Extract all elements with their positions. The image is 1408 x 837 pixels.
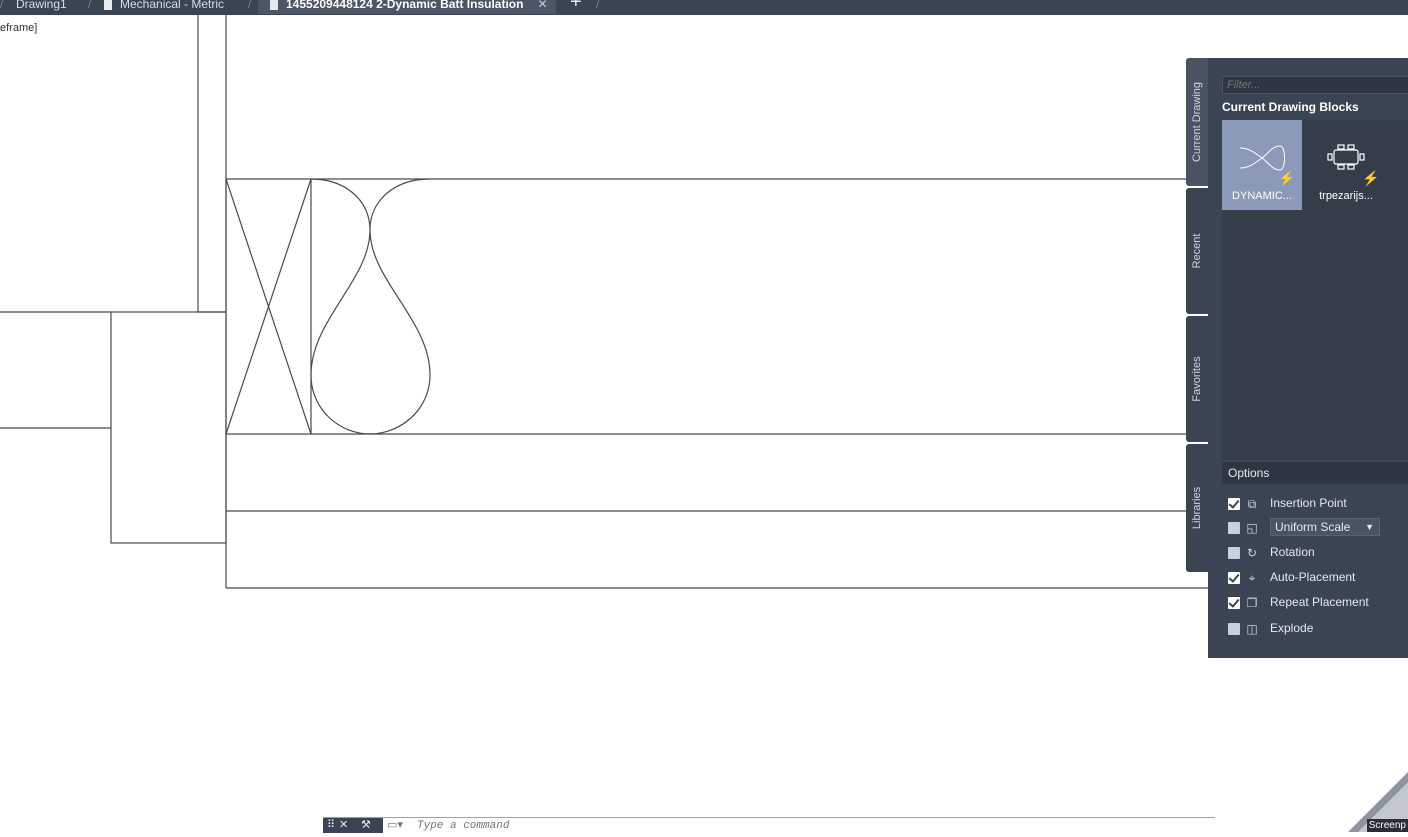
palette-side-tabs: Current Drawing Recent Favorites Librari… bbox=[1186, 58, 1208, 572]
rotation-checkbox[interactable] bbox=[1228, 547, 1240, 559]
option-label: Rotation bbox=[1270, 545, 1315, 559]
option-auto-placement[interactable]: ⌖ Auto-Placement bbox=[1228, 568, 1408, 588]
close-icon[interactable]: ✕ bbox=[537, 0, 547, 11]
document-tab-bar: / Drawing1 / Mechanical - Metric / 14552… bbox=[0, 0, 1408, 15]
option-label: Repeat Placement bbox=[1270, 595, 1369, 609]
option-repeat-placement[interactable]: ❐ Repeat Placement bbox=[1228, 593, 1408, 613]
grip-handle-icon[interactable]: ⠿ bbox=[327, 818, 335, 833]
insertion-point-checkbox[interactable] bbox=[1228, 498, 1240, 510]
dynamic-block-icon: ⚡ bbox=[1362, 170, 1380, 186]
recent-commands-icon[interactable]: ▭▾ bbox=[387, 818, 403, 833]
repeat-placement-icon: ❐ bbox=[1246, 596, 1258, 610]
batt-insulation-curve bbox=[310, 178, 431, 435]
close-icon[interactable]: ✕ bbox=[339, 818, 348, 833]
filter-input[interactable] bbox=[1222, 76, 1408, 94]
insertion-point-icon: ⧉ bbox=[1247, 497, 1257, 511]
tab-label: Recent bbox=[1191, 233, 1203, 269]
tab-libraries[interactable]: Libraries bbox=[1186, 444, 1208, 572]
customize-wrench-icon[interactable]: ⚒ bbox=[361, 818, 371, 833]
chevron-down-icon: ▼ bbox=[1365, 522, 1374, 532]
screen-recorder-badge[interactable]: Screenp bbox=[1328, 772, 1408, 832]
scale-dropdown[interactable]: Uniform Scale ▼ bbox=[1270, 518, 1380, 536]
tab-current-drawing[interactable]: Current Drawing bbox=[1186, 58, 1208, 186]
block-tile-trpezarijs[interactable]: ⚡ trpezarijs... bbox=[1306, 120, 1386, 210]
tab-separator: / bbox=[88, 0, 92, 11]
rotation-icon: ↻ bbox=[1246, 546, 1258, 560]
options-header[interactable]: Options bbox=[1222, 462, 1408, 484]
tab-label: Favorites bbox=[1191, 356, 1203, 402]
tab-label: 1455209448124 2-Dynamic Batt Insulation bbox=[286, 0, 524, 11]
dropdown-value: Uniform Scale bbox=[1275, 520, 1351, 534]
scale-checkbox[interactable] bbox=[1228, 522, 1240, 534]
tab-active-drawing[interactable]: 1455209448124 2-Dynamic Batt Insulation ✕ bbox=[258, 0, 556, 14]
option-explode[interactable]: ◫ Explode bbox=[1228, 619, 1408, 639]
tab-separator: / bbox=[596, 0, 600, 11]
viewport-label[interactable]: eframe] bbox=[0, 22, 37, 34]
document-icon bbox=[270, 0, 278, 10]
auto-placement-icon: ⌖ bbox=[1248, 571, 1256, 585]
option-insertion-point[interactable]: ⧉ Insertion Point bbox=[1228, 494, 1408, 514]
tab-label: Libraries bbox=[1191, 486, 1203, 530]
explode-icon: ◫ bbox=[1246, 622, 1258, 636]
repeat-placement-checkbox[interactable] bbox=[1228, 597, 1240, 609]
command-toolbar: ⠿ ✕ ⚒ bbox=[323, 818, 383, 833]
badge-label: Screenp bbox=[1366, 819, 1408, 832]
document-icon bbox=[104, 0, 112, 10]
command-input[interactable] bbox=[417, 818, 717, 833]
explode-checkbox[interactable] bbox=[1228, 623, 1240, 635]
tab-drawing1[interactable]: Drawing1 bbox=[16, 0, 67, 14]
tab-label: Current Drawing bbox=[1191, 81, 1203, 163]
option-label: Insertion Point bbox=[1270, 496, 1347, 510]
option-label: Auto-Placement bbox=[1270, 570, 1356, 584]
scale-icon: ◱ bbox=[1246, 521, 1258, 535]
auto-placement-checkbox[interactable] bbox=[1228, 572, 1240, 584]
blocks-palette: Current Drawing Blocks ⚡ DYNAMIC... bbox=[1208, 58, 1408, 658]
option-label: Explode bbox=[1270, 621, 1314, 635]
tab-favorites[interactable]: Favorites bbox=[1186, 316, 1208, 442]
tab-separator: / bbox=[248, 0, 252, 11]
option-uniform-scale[interactable]: ◱ Uniform Scale ▼ bbox=[1228, 518, 1408, 538]
dynamic-block-icon: ⚡ bbox=[1278, 170, 1296, 186]
block-tile-dynamic[interactable]: ⚡ DYNAMIC... bbox=[1222, 120, 1302, 210]
tab-label: Mechanical - Metric bbox=[120, 0, 225, 11]
option-rotation[interactable]: ↻ Rotation bbox=[1228, 543, 1408, 563]
tab-separator: / bbox=[0, 0, 4, 11]
blocks-section-title: Current Drawing Blocks bbox=[1222, 100, 1359, 114]
block-name: trpezarijs... bbox=[1319, 190, 1373, 202]
tab-recent[interactable]: Recent bbox=[1186, 188, 1208, 314]
tab-mechanical-metric[interactable]: Mechanical - Metric bbox=[104, 0, 224, 14]
add-tab-button[interactable]: + bbox=[570, 0, 582, 12]
wall-box bbox=[110, 311, 227, 544]
command-line: ⠿ ✕ ⚒ ▭▾ bbox=[323, 817, 1215, 833]
blocks-gallery: ⚡ DYNAMIC... ⚡ trpezarijs... bbox=[1222, 120, 1408, 460]
block-name: DYNAMIC... bbox=[1232, 190, 1292, 202]
